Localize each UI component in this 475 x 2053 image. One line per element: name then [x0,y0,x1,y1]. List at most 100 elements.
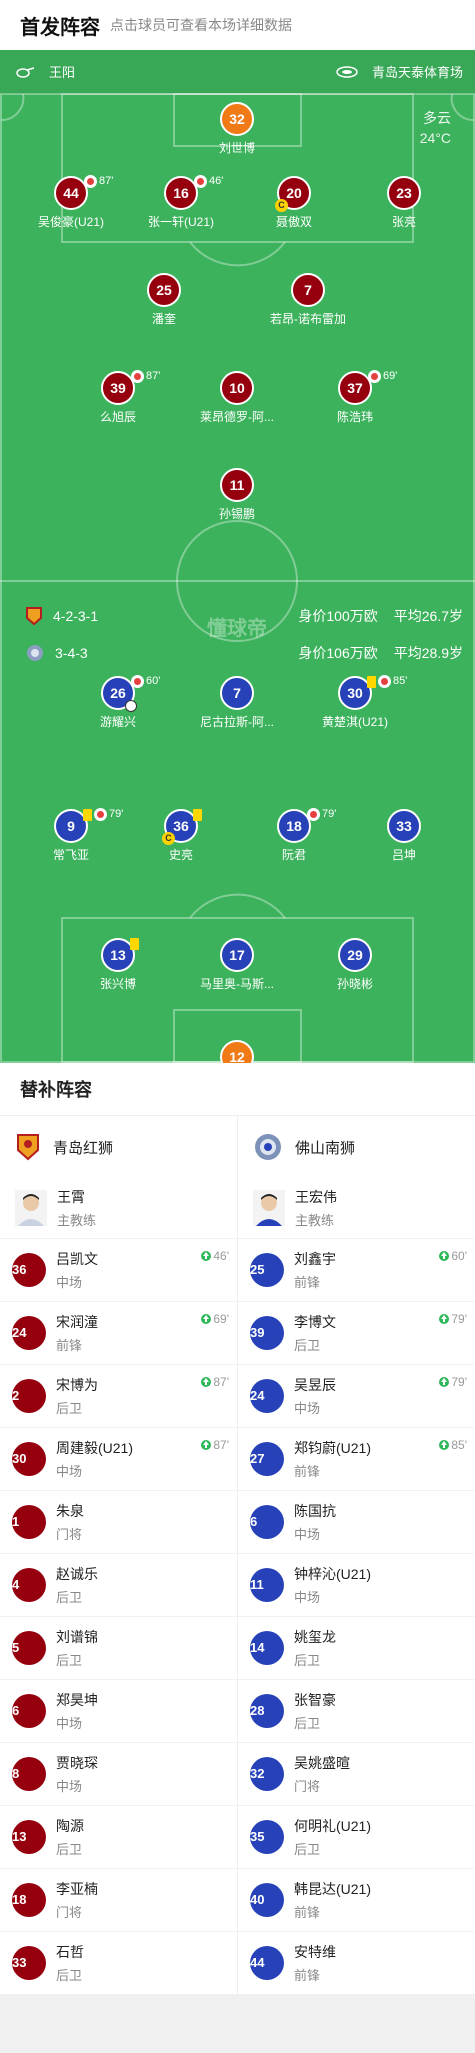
player-number: 28 [250,1694,284,1728]
away-bench-team[interactable]: 佛山南狮 [238,1116,475,1178]
bench-player-row[interactable]: 24 吴昱辰 中场 79' [238,1364,475,1427]
sub-off-icon [307,807,320,821]
player-away-df-center[interactable]: 17 马里奥-马斯... [182,938,292,992]
sub-off-marker: 79' [307,807,336,821]
bench-player-row[interactable]: 33 石哲 后卫 [0,1931,237,1994]
sub-on-time: 79' [439,1375,467,1389]
stadium-icon [336,65,358,78]
player-away-mf-rc[interactable]: 18 79' 阮君 [239,807,349,863]
player-away-gk[interactable]: 12 杨超 [182,1040,292,1063]
player-name: 李亚楠 [56,1881,98,1897]
player-number: 16 [173,185,189,201]
player-number: 35 [250,1820,284,1854]
player-name: 吕坤 [391,848,416,862]
player-name: 黄楚淇(U21) [321,715,388,729]
player-number: 44 [63,185,79,201]
player-home-am-right[interactable]: 37 69' 陈浩玮 [300,369,410,425]
player-home-am-left[interactable]: 39 87' 么旭辰 [63,369,173,425]
yellow-card-icon [130,938,139,950]
bench-player-row[interactable]: 35 何明礼(U21) 后卫 [238,1805,475,1868]
bench-player-row[interactable]: 6 陈国抗 中场 [238,1490,475,1553]
player-away-mf-left[interactable]: 9 79' 常飞亚 [16,807,126,863]
player-name: 尼古拉斯-阿... [200,715,274,729]
bench-player-row[interactable]: 28 张智豪 后卫 [238,1679,475,1742]
bench-player-row[interactable]: 14 姚玺龙 后卫 [238,1616,475,1679]
player-position: 中场 [56,1779,83,1794]
player-name: 郑钧蔚(U21) [294,1440,372,1456]
coach-role: 主教练 [295,1213,335,1228]
bench-player-row[interactable]: 13 陶源 后卫 [0,1805,237,1868]
player-away-mf-lc[interactable]: 36 C 史亮 [126,809,236,863]
bench-player-row[interactable]: 4 赵诚乐 后卫 [0,1553,237,1616]
sub-off-marker: 69' [368,369,397,383]
away-coach[interactable]: 王宏伟 主教练 [238,1178,475,1238]
home-bench-team[interactable]: 青岛红狮 [0,1116,237,1178]
player-away-fw-right[interactable]: 30 85' 黄楚淇(U21) [300,674,410,730]
player-name: 姚玺龙 [294,1629,336,1645]
away-team-value: 身价106万欧 [298,645,378,661]
player-name: 张一轩(U21) [147,215,214,229]
bench-player-row[interactable]: 8 贾晓琛 中场 [0,1742,237,1805]
player-position: 后卫 [56,1401,83,1416]
player-home-am-center[interactable]: 10 莱昂德罗-阿... [182,371,292,425]
player-away-fw-left[interactable]: 26 60' 游耀兴 [63,674,173,730]
player-number: 44 [250,1946,284,1980]
player-home-rb[interactable]: 23 张亮 [349,176,459,230]
sub-off-marker: 87' [84,174,113,188]
bench-player-row[interactable]: 5 刘谱锦 后卫 [0,1616,237,1679]
bench-title: 替补阵容 [0,1063,475,1115]
bench-player-row[interactable]: 44 安特维 前锋 [238,1931,475,1994]
bench-player-row[interactable]: 18 李亚楠 门将 [0,1868,237,1931]
player-number: 24 [250,1379,284,1413]
home-coach[interactable]: 王霄 主教练 [0,1178,237,1238]
player-position: 后卫 [294,1653,321,1668]
yellow-card-icon [193,809,202,821]
player-name: 若昂-诺布雷加 [270,312,346,326]
bench-player-row[interactable]: 2 宋博为 后卫 87' [0,1364,237,1427]
player-name: 周建毅(U21) [56,1440,134,1456]
home-team-formation: 4-2-3-1 [25,606,98,626]
player-number: 33 [12,1946,46,1980]
sub-off-marker: 85' [378,674,407,688]
player-away-df-right[interactable]: 29 孙晓彬 [300,938,410,992]
player-position: 前锋 [294,1275,321,1290]
bench-player-row[interactable]: 24 宋润潼 前锋 69' [0,1301,237,1364]
bench-player-row[interactable]: 32 吴姚盛暄 门将 [238,1742,475,1805]
player-name: 潘奎 [151,312,176,326]
player-home-dm-right[interactable]: 7 若昂-诺布雷加 [253,273,363,327]
player-away-fw-center[interactable]: 7 尼古拉斯-阿... [182,676,292,730]
away-team-stats: 身价106万欧 平均28.9岁 [282,643,463,663]
player-position: 中场 [56,1275,83,1290]
bench-player-row[interactable]: 27 郑钧蔚(U21) 前锋 85' [238,1427,475,1490]
player-home-lcb[interactable]: 16 46' 张一轩(U21) [126,174,236,230]
player-number: 25 [250,1253,284,1287]
player-away-mf-right[interactable]: 33 吕坤 [349,809,459,863]
bench-player-row[interactable]: 6 郑昊坤 中场 [0,1679,237,1742]
bench-player-row[interactable]: 25 刘鑫宇 前锋 60' [238,1238,475,1301]
bench-player-row[interactable]: 36 吕凯文 中场 46' [0,1238,237,1301]
player-away-df-left[interactable]: 13 张兴博 [63,938,173,992]
player-number: 12 [220,1040,254,1063]
bench-player-row[interactable]: 11 钟梓沁(U21) 中场 [238,1553,475,1616]
referee: 王阳 [15,62,75,81]
captain-icon: C [162,832,175,845]
player-position: 前锋 [56,1338,83,1353]
bench-player-row[interactable]: 30 周建毅(U21) 中场 87' [0,1427,237,1490]
player-position: 门将 [294,1779,321,1794]
bench-player-row[interactable]: 1 朱泉 门将 [0,1490,237,1553]
player-number: 6 [12,1694,46,1728]
player-name: 赵诚乐 [56,1566,98,1582]
player-name: 游耀兴 [99,715,136,729]
player-number: 36 [12,1253,46,1287]
player-home-rcb[interactable]: 20 C 聂傲双 [239,176,349,230]
player-home-dm-left[interactable]: 25 潘奎 [109,273,219,327]
sub-on-time: 87' [201,1438,229,1452]
home-team-label: 青岛红狮 [53,1139,114,1157]
stadium: 青岛天泰体育场 [336,62,463,81]
player-home-st[interactable]: 11 孙锡鹏 [182,468,292,522]
player-home-lb[interactable]: 44 87' 吴俊豪(U21) [16,174,126,230]
player-home-gk[interactable]: 32 刘世博 [182,102,292,156]
bench-player-row[interactable]: 39 李博文 后卫 79' [238,1301,475,1364]
away-team-formation: 3-4-3 [25,643,88,663]
bench-player-row[interactable]: 40 韩昆达(U21) 前锋 [238,1868,475,1931]
